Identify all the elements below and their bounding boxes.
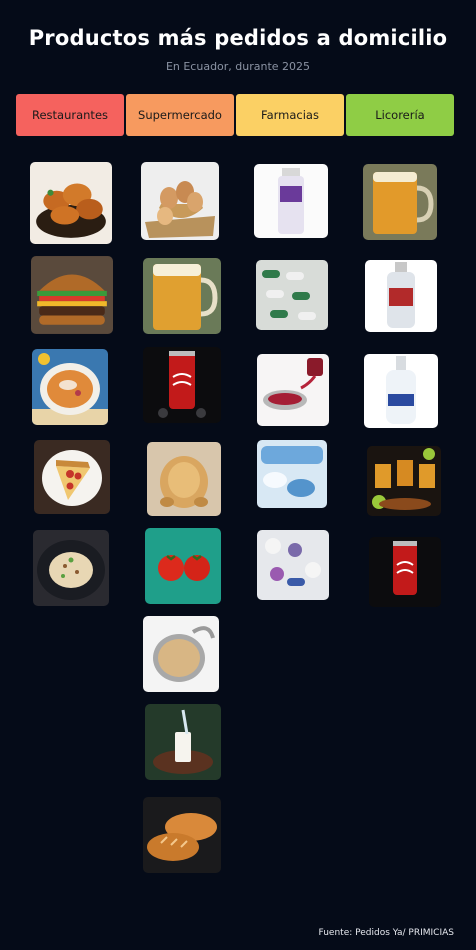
vodka-bottle-icon (364, 354, 438, 428)
category-tab-licoreria: Licorería (346, 94, 454, 136)
ceviche-soup-icon (32, 349, 108, 425)
aguardiente-bottle-icon (365, 260, 437, 332)
syrup-bottle-icon (254, 164, 328, 238)
canned-tuna-icon (143, 616, 219, 692)
rice-dish-icon (33, 530, 109, 606)
cola-can-icon (143, 347, 221, 423)
milk-glass-icon (145, 704, 221, 780)
beer-mug-icon (363, 164, 437, 240)
category-tab-farmacias: Farmacias (236, 94, 344, 136)
category-tab-restaurantes: Restaurantes (16, 94, 124, 136)
tequila-shots-icon (367, 446, 441, 516)
cola-can-icon (369, 537, 441, 607)
fried-chicken-icon (30, 162, 112, 244)
source-credit: Fuente: Pedidos Ya/ PRIMICIAS (318, 928, 454, 938)
page-title: Productos más pedidos a domicilio (28, 26, 448, 50)
beer-icon (143, 258, 221, 334)
pizza-slice-icon (34, 440, 110, 514)
roast-chicken-icon (147, 442, 221, 516)
category-tab-supermercado: Supermercado (126, 94, 234, 136)
eggs-icon (141, 162, 219, 240)
mixed-pills-icon (257, 530, 329, 600)
syrup-spoon-icon (257, 354, 329, 426)
tomatoes-icon (145, 528, 221, 604)
burger-icon (31, 256, 113, 334)
bread-icon (143, 797, 221, 873)
capsules-icon (256, 260, 328, 330)
tablets-blister-icon (257, 440, 327, 508)
page-subtitle: En Ecuador, durante 2025 (165, 60, 311, 73)
